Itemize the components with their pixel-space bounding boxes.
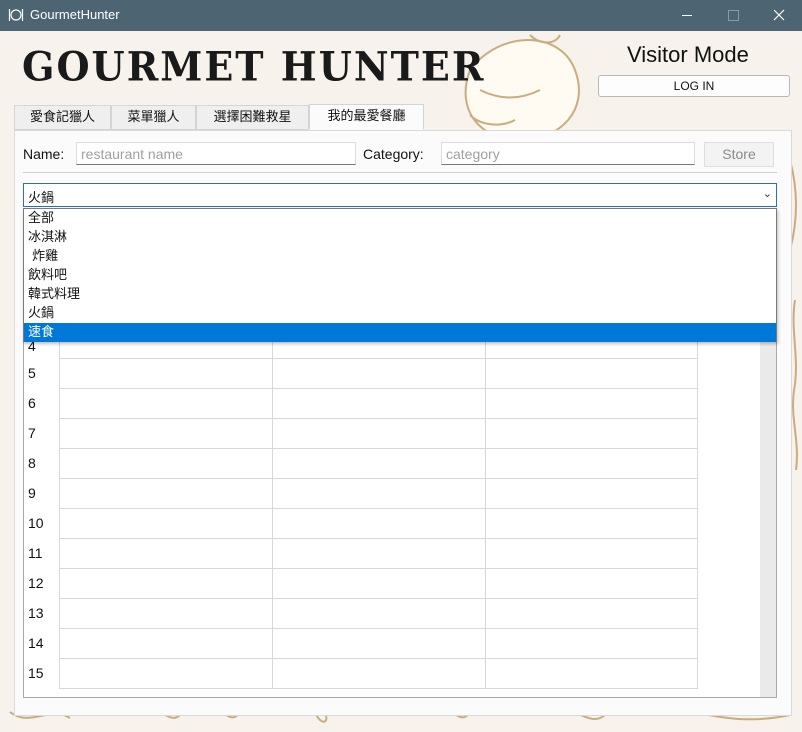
table-cell[interactable] [272, 509, 485, 539]
table-cell[interactable] [485, 509, 698, 539]
table-row: 10 [24, 509, 776, 539]
table-cell[interactable] [485, 341, 698, 359]
close-button[interactable] [756, 0, 802, 31]
table-cell[interactable] [59, 569, 272, 599]
table-cell[interactable] [272, 539, 485, 569]
row-number: 8 [28, 455, 36, 471]
store-button[interactable]: Store [704, 142, 774, 167]
table-cell[interactable] [485, 359, 698, 389]
minimize-button[interactable] [664, 0, 710, 31]
utensils-icon [8, 9, 24, 21]
row-number: 12 [28, 575, 44, 591]
table-cell[interactable] [59, 419, 272, 449]
dropdown-option[interactable]: 炸雞 [24, 247, 776, 266]
dropdown-option[interactable]: 火鍋 [24, 304, 776, 323]
table-cell[interactable] [59, 599, 272, 629]
category-dropdown-list: 全部 冰淇淋 炸雞 飲料吧 韓式料理 火鍋 速食 [23, 208, 777, 342]
category-label: Category: [363, 146, 424, 162]
tab-menu-hunter[interactable]: 菜單獵人 [111, 105, 196, 130]
table-cell[interactable] [272, 389, 485, 419]
table-cell[interactable] [485, 449, 698, 479]
dropdown-option[interactable]: 韓式料理 [24, 285, 776, 304]
dropdown-option-highlighted[interactable]: 速食 [24, 323, 776, 342]
restaurant-name-input[interactable] [76, 142, 356, 165]
table-cell[interactable] [485, 539, 698, 569]
table-row: 14 [24, 629, 776, 659]
row-number: 13 [28, 605, 44, 621]
table-cell[interactable] [59, 629, 272, 659]
table-cell[interactable] [485, 479, 698, 509]
table-cell[interactable] [59, 659, 272, 689]
dropdown-option[interactable]: 冰淇淋 [24, 228, 776, 247]
table-row: 13 [24, 599, 776, 629]
table-row: 6 [24, 389, 776, 419]
table-row: 7 [24, 419, 776, 449]
table-cell[interactable] [272, 599, 485, 629]
table-cell[interactable] [485, 659, 698, 689]
tab-food-hunter[interactable]: 愛食記獵人 [14, 105, 111, 130]
table-cell[interactable] [485, 569, 698, 599]
table-row: 15 [24, 659, 776, 689]
dropdown-option[interactable]: 飲料吧 [24, 266, 776, 285]
divider [23, 172, 777, 173]
row-number: 4 [28, 340, 36, 354]
row-number: 9 [28, 485, 36, 501]
table-cell[interactable] [59, 359, 272, 389]
table-cell[interactable] [485, 629, 698, 659]
favorites-table: 4 5 6 7 8 9 10 11 12 13 14 15 [23, 340, 777, 698]
table-row: 5 [24, 359, 776, 389]
row-number: 15 [28, 665, 44, 681]
title-bar: GourmetHunter [0, 0, 802, 31]
table-row: 9 [24, 479, 776, 509]
row-number: 10 [28, 515, 44, 531]
chevron-down-icon: ⌄ [762, 187, 772, 200]
table-cell[interactable] [485, 419, 698, 449]
table-cell[interactable] [59, 449, 272, 479]
table-row: 4 [24, 340, 776, 359]
table-cell[interactable] [485, 599, 698, 629]
table-cell[interactable] [272, 419, 485, 449]
maximize-button[interactable] [710, 0, 756, 31]
table-row: 8 [24, 449, 776, 479]
close-icon [773, 9, 785, 21]
table-cell[interactable] [59, 509, 272, 539]
category-input[interactable] [441, 142, 695, 165]
table-cell[interactable] [272, 569, 485, 599]
dropdown-option[interactable]: 全部 [24, 209, 776, 228]
table-row: 12 [24, 569, 776, 599]
table-cell[interactable] [485, 389, 698, 419]
table-cell[interactable] [272, 659, 485, 689]
table-row: 11 [24, 539, 776, 569]
category-select-value: 火鍋 [28, 191, 55, 206]
tab-decision-helper[interactable]: 選擇困難救星 [196, 105, 309, 130]
table-cell[interactable] [59, 341, 272, 359]
vertical-scrollbar[interactable] [760, 341, 776, 697]
table-cell[interactable] [272, 449, 485, 479]
table-cell[interactable] [272, 341, 485, 359]
logo: GOURMET HUNTER [22, 42, 486, 91]
table-cell[interactable] [272, 479, 485, 509]
row-number: 7 [28, 425, 36, 441]
tab-favorite-restaurants[interactable]: 我的最愛餐廳 [309, 104, 424, 130]
table-cell[interactable] [59, 479, 272, 509]
category-select[interactable]: 火鍋 ⌄ [23, 183, 777, 207]
login-button[interactable]: LOG IN [598, 75, 790, 97]
row-number: 6 [28, 395, 36, 411]
row-number: 5 [28, 365, 36, 381]
table-cell[interactable] [59, 389, 272, 419]
mode-label: Visitor Mode [627, 42, 749, 67]
table-cell[interactable] [272, 359, 485, 389]
table-cell[interactable] [59, 539, 272, 569]
row-number: 11 [28, 545, 43, 561]
table-cell[interactable] [272, 629, 485, 659]
row-number: 14 [28, 635, 44, 651]
window-title: GourmetHunter [30, 7, 120, 22]
name-label: Name: [23, 146, 65, 162]
